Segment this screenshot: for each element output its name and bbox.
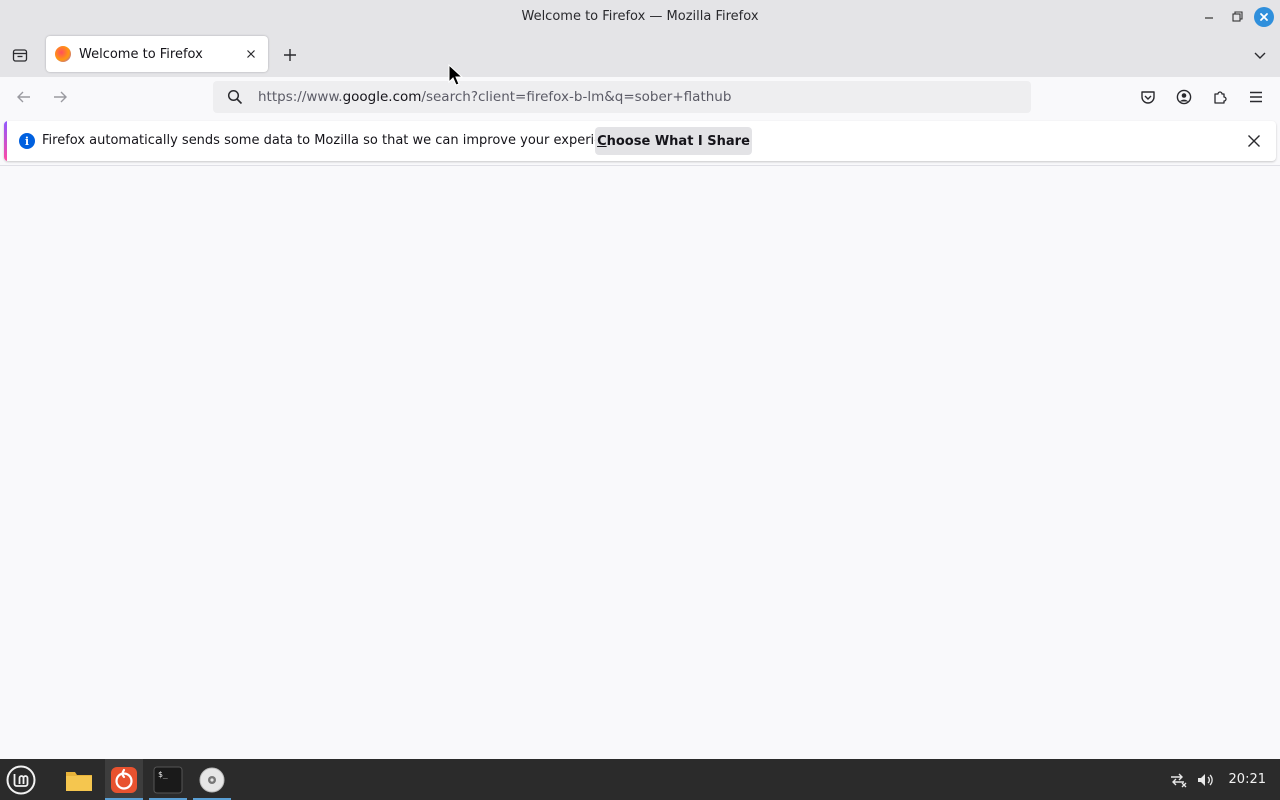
extensions-button[interactable]: [1208, 85, 1232, 109]
close-icon: [1248, 135, 1260, 147]
plus-icon: [284, 49, 296, 61]
disc-icon: [199, 767, 225, 792]
restore-icon: [1231, 11, 1243, 22]
window-title: Welcome to Firefox — Mozilla Firefox: [521, 9, 759, 24]
notification-message: Firefox automatically sends some data to…: [42, 133, 630, 148]
page-content[interactable]: [0, 166, 1280, 759]
notification-accent: [4, 121, 7, 161]
tab-title: Welcome to Firefox: [79, 46, 203, 62]
tab-close-button[interactable]: [242, 45, 260, 63]
start-menu-button[interactable]: [2, 759, 40, 800]
navigation-toolbar: https://www.google.com/search?client=fir…: [0, 77, 1280, 117]
minimize-icon: [1205, 16, 1213, 19]
search-icon: [227, 89, 243, 105]
firefox-view-icon: [12, 49, 28, 62]
network-status-button[interactable]: [1165, 759, 1191, 800]
url-path: /search?client=firefox-b-lm&q=sober+flat…: [421, 89, 732, 105]
close-icon: [1260, 12, 1268, 21]
tab-welcome[interactable]: Welcome to Firefox: [46, 36, 268, 72]
arrow-left-icon: [17, 91, 30, 103]
button-accesskey: C: [597, 133, 607, 149]
folder-icon: [66, 771, 92, 791]
arrow-right-icon: [54, 91, 67, 103]
pocket-button[interactable]: [1136, 85, 1160, 109]
hamburger-menu-icon: [1250, 91, 1262, 103]
clock[interactable]: 20:21: [1229, 772, 1266, 787]
back-button[interactable]: [12, 85, 36, 109]
taskbar-terminal-button[interactable]: $_: [149, 759, 187, 800]
forward-button[interactable]: [48, 85, 72, 109]
maximize-button[interactable]: [1226, 6, 1248, 28]
window-titlebar[interactable]: Welcome to Firefox — Mozilla Firefox: [0, 0, 1280, 33]
taskbar-firefox-button[interactable]: [105, 759, 143, 800]
volume-icon: [1197, 773, 1213, 786]
new-tab-button[interactable]: [278, 43, 302, 67]
firefox-favicon-icon: [55, 46, 71, 62]
url-bar[interactable]: https://www.google.com/search?client=fir…: [213, 81, 1031, 113]
taskbar-files-button[interactable]: [60, 759, 98, 800]
firefox-view-button[interactable]: [8, 43, 32, 67]
app-menu-button[interactable]: [1244, 85, 1268, 109]
linux-mint-logo-icon: [6, 765, 36, 794]
url-prefix: https://www.: [258, 89, 343, 105]
window-controls: [1198, 0, 1274, 33]
network-disconnected-icon: [1170, 773, 1186, 787]
choose-what-i-share-button[interactable]: Choose What I Share: [595, 127, 752, 155]
taskbar: $_ 20:21: [0, 759, 1280, 800]
url-domain: google.com: [342, 89, 422, 105]
system-tray: 20:21: [1165, 759, 1280, 800]
info-icon: i: [19, 133, 35, 149]
url-text: https://www.google.com/search?client=fir…: [258, 89, 731, 105]
notification-close-button[interactable]: [1244, 131, 1264, 151]
taskbar-disc-button[interactable]: [193, 759, 231, 800]
svg-text:$_: $_: [158, 770, 168, 779]
minimize-button[interactable]: [1198, 6, 1220, 28]
volume-button[interactable]: [1191, 759, 1219, 800]
terminal-icon: $_: [153, 766, 183, 793]
puzzle-icon: [1214, 91, 1227, 104]
button-label: hoose What I Share: [606, 133, 750, 149]
data-collection-notification: i Firefox automatically sends some data …: [4, 121, 1276, 161]
list-all-tabs-button[interactable]: [1248, 43, 1272, 67]
pocket-icon: [1141, 91, 1155, 104]
chevron-down-icon: [1254, 52, 1266, 59]
close-window-button[interactable]: [1254, 6, 1274, 27]
mouse-cursor-icon: [448, 64, 464, 86]
close-icon: [247, 50, 255, 58]
firefox-icon: [111, 766, 137, 793]
account-icon: [1176, 89, 1192, 105]
account-button[interactable]: [1172, 85, 1196, 109]
tab-strip: Welcome to Firefox: [0, 33, 1280, 77]
